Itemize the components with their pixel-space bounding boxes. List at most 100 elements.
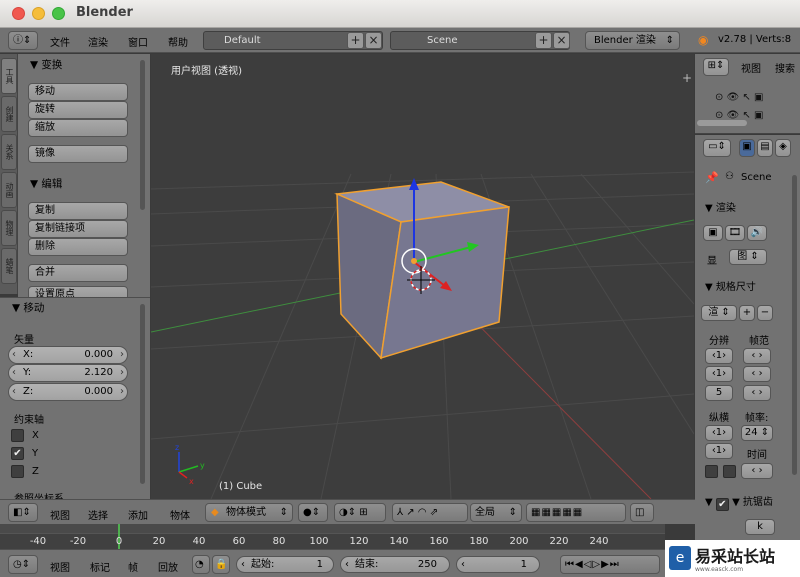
scale-button[interactable]: 缩放 xyxy=(28,119,128,137)
frame-start-field[interactable]: ‹ › xyxy=(743,348,771,364)
menu-file[interactable]: 文件 xyxy=(50,34,70,49)
viewport-select-menu[interactable]: 选择 xyxy=(88,507,108,522)
render-image-button[interactable]: ▣ xyxy=(703,225,723,241)
manipulator-buttons[interactable]: ⅄ ↗ ◠ ⇗ xyxy=(392,503,468,522)
remove-layout-button[interactable]: × xyxy=(365,32,382,49)
frame-end-field[interactable]: ‹ › xyxy=(743,366,771,382)
properties-toggle-icon[interactable]: + xyxy=(682,71,692,85)
duplicate-linked-button[interactable]: 复制链接项 xyxy=(28,220,128,238)
antialiasing-checkbox[interactable]: ✔ xyxy=(715,498,729,511)
border-checkbox[interactable] xyxy=(705,465,718,478)
aa-samples-select[interactable]: k xyxy=(745,519,775,535)
vector-x-field[interactable]: ‹ X: 0.000 › xyxy=(8,346,128,364)
mirror-button[interactable]: 镜像 xyxy=(28,145,128,163)
start-frame-field[interactable]: ‹ 起始: 1 xyxy=(236,556,334,573)
antialiasing-panel-header[interactable]: ▼ ✔ ▼ 抗锯齿 xyxy=(705,493,773,511)
editor-type-button[interactable]: ⓘ⇕ xyxy=(8,31,38,50)
timeline-view-menu[interactable]: 视图 xyxy=(50,559,70,574)
vector-y-field[interactable]: ‹ Y: 2.120 › xyxy=(8,364,128,382)
viewport-canvas[interactable]: z y x + xyxy=(151,54,694,499)
tool-shelf-scrollbar[interactable] xyxy=(140,60,145,210)
render-panel-header[interactable]: ▼ 渲染 xyxy=(705,199,736,214)
3d-viewport[interactable]: z y x + 用户视图 (透视) (1) Cube xyxy=(151,54,694,499)
pin-icon[interactable]: 📌 xyxy=(705,171,719,184)
constraint-x-checkbox[interactable] xyxy=(11,429,24,442)
render-tab-icon[interactable]: ▣ xyxy=(739,139,755,157)
frame-step-field[interactable]: ‹ › xyxy=(743,385,771,401)
properties-scrollbar[interactable] xyxy=(792,175,797,475)
edit-panel-header[interactable]: ▼ 编辑 xyxy=(30,176,62,191)
set-origin-button[interactable]: 设置原点 xyxy=(28,286,128,297)
aspect-y-field[interactable]: ‹1› xyxy=(705,443,733,459)
translate-button[interactable]: 移动 xyxy=(28,83,128,101)
scene-tab-icon[interactable]: ◈ xyxy=(775,139,791,157)
interaction-mode-select[interactable]: ◆ 物体模式 ⇕ xyxy=(205,503,293,522)
outliner-view-menu[interactable]: 视图 xyxy=(741,60,761,75)
outliner-row-icons[interactable]: ⊙ 👁 ↖ ▣ xyxy=(715,92,763,103)
constraint-y-checkbox[interactable]: ✔ xyxy=(11,447,24,460)
viewport-editor-type-button[interactable]: ◧⇕ xyxy=(8,503,38,522)
resolution-percent-field[interactable]: 5 xyxy=(705,385,733,401)
outliner-search-menu[interactable]: 搜索 xyxy=(775,60,795,75)
constraint-z-checkbox[interactable] xyxy=(11,465,24,478)
aspect-x-field[interactable]: ‹1› xyxy=(705,425,733,441)
outliner-editor-type-button[interactable]: ⊞⇕ xyxy=(703,58,729,76)
render-preview-icon[interactable]: ◫ xyxy=(630,503,654,522)
maximize-window-button[interactable] xyxy=(52,7,65,20)
tab-create[interactable]: 创建 xyxy=(1,96,17,132)
shading-select[interactable]: ●⇕ xyxy=(298,503,328,522)
timeline-strip[interactable] xyxy=(0,524,665,534)
remove-preset-button[interactable]: − xyxy=(757,305,773,321)
render-engine-select[interactable]: Blender 渲染 ⇕ xyxy=(585,31,680,50)
tab-grease-pencil[interactable]: 蜡笔 xyxy=(1,248,17,284)
dimensions-panel-header[interactable]: ▼ 规格尺寸 xyxy=(705,278,756,293)
menu-render[interactable]: 渲染 xyxy=(88,34,108,49)
minimize-window-button[interactable] xyxy=(32,7,45,20)
render-preset-select[interactable]: 渲 ⇕ xyxy=(701,305,737,321)
tab-physics[interactable]: 物理 xyxy=(1,210,17,246)
viewport-view-menu[interactable]: 视图 xyxy=(50,507,70,522)
viewport-object-menu[interactable]: 物体 xyxy=(170,507,190,522)
crop-checkbox[interactable] xyxy=(723,465,736,478)
layer-buttons[interactable]: ▦▦▦▦▦ ▦▦▦▦▦ xyxy=(526,503,626,535)
time-remap-field[interactable]: ‹ › xyxy=(741,463,773,479)
tab-relations[interactable]: 关系 xyxy=(1,134,17,170)
remove-scene-button[interactable]: × xyxy=(553,32,570,49)
render-animation-button[interactable]: 🎞 xyxy=(725,225,745,241)
tab-tools[interactable]: 工具 xyxy=(1,58,17,94)
end-frame-field[interactable]: ‹ 结束: 250 xyxy=(340,556,450,573)
redo-panel-scrollbar[interactable] xyxy=(140,304,145,484)
timeline-editor-type-button[interactable]: ◷⇕ xyxy=(8,555,38,574)
render-audio-button[interactable]: 🔊 xyxy=(747,225,767,241)
rotate-button[interactable]: 旋转 xyxy=(28,101,128,119)
add-preset-button[interactable]: + xyxy=(739,305,755,321)
add-layout-button[interactable]: + xyxy=(347,32,364,49)
delete-button[interactable]: 删除 xyxy=(28,238,128,256)
vector-z-field[interactable]: ‹ Z: 0.000 › xyxy=(8,383,128,401)
join-button[interactable]: 合并 xyxy=(28,264,128,282)
timeline-frame-menu[interactable]: 帧 xyxy=(128,559,138,574)
resolution-x-field[interactable]: ‹1› xyxy=(705,348,733,364)
add-scene-button[interactable]: + xyxy=(535,32,552,49)
display-select[interactable]: 图 ⇕ xyxy=(729,249,767,265)
fps-select[interactable]: 24 ⇕ xyxy=(741,425,773,441)
close-window-button[interactable] xyxy=(12,7,25,20)
menu-help[interactable]: 帮助 xyxy=(168,34,188,49)
current-frame-field[interactable]: ‹ 1 xyxy=(456,556,540,573)
outliner-scrollbar[interactable] xyxy=(697,120,747,126)
viewport-add-menu[interactable]: 添加 xyxy=(128,507,148,522)
timeline-area[interactable]: -40 -20 0 20 40 60 80 100 120 140 160 18… xyxy=(0,524,665,549)
timeline-marker-menu[interactable]: 标记 xyxy=(90,559,110,574)
transform-panel-header[interactable]: ▼ 变换 xyxy=(30,57,62,72)
playback-controls[interactable]: ⏮◀◁▷▶⏭ xyxy=(560,555,660,574)
redo-panel-header[interactable]: ▼ 移动 xyxy=(12,300,44,315)
tab-animation[interactable]: 动画 xyxy=(1,172,17,208)
pivot-snap-buttons[interactable]: ◑⇕ ⊞ xyxy=(334,503,386,522)
menu-window[interactable]: 窗口 xyxy=(128,34,148,49)
resolution-y-field[interactable]: ‹1› xyxy=(705,366,733,382)
preview-range-clock-icon[interactable]: ◔ xyxy=(192,555,210,574)
transform-orientation-select[interactable]: 全局 ⇕ xyxy=(470,503,522,522)
duplicate-button[interactable]: 复制 xyxy=(28,202,128,220)
lock-range-icon[interactable]: 🔒 xyxy=(212,555,230,574)
properties-editor-type-button[interactable]: ▭⇕ xyxy=(703,139,731,157)
